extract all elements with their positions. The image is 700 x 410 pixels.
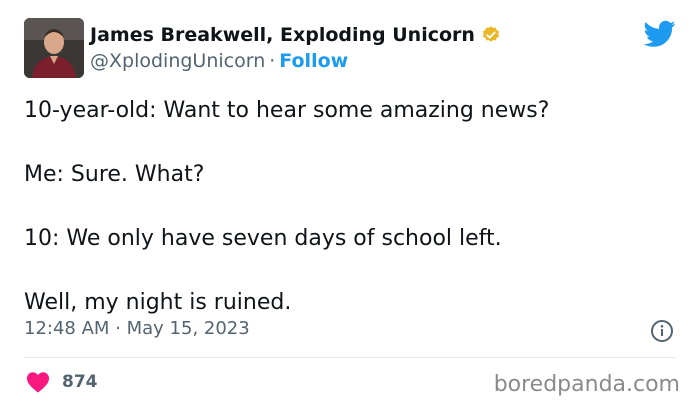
tweet-body: 10-year-old: Want to hear some amazing n… bbox=[24, 96, 674, 352]
tweet-line-3: 10: We only have seven days of school le… bbox=[24, 226, 502, 251]
like-button[interactable]: 874 bbox=[26, 371, 98, 393]
author-handle[interactable]: @XplodingUnicorn bbox=[90, 50, 265, 72]
tweet-card: James Breakwell, Exploding Unicorn @Xplo… bbox=[0, 0, 700, 410]
tweet-line-4: Well, my night is ruined. bbox=[24, 290, 292, 315]
author-handle-row: @XplodingUnicorn · Follow bbox=[90, 50, 348, 72]
tweet-line-1: 10-year-old: Want to hear some amazing n… bbox=[24, 98, 550, 123]
author-name[interactable]: James Breakwell, Exploding Unicorn bbox=[90, 24, 475, 46]
follow-link[interactable]: Follow bbox=[279, 50, 348, 72]
info-icon[interactable] bbox=[650, 319, 674, 343]
avatar[interactable] bbox=[24, 18, 84, 78]
verified-badge-icon bbox=[482, 26, 500, 42]
twitter-bird-icon[interactable] bbox=[644, 20, 676, 48]
watermark: boredpanda.com bbox=[493, 372, 680, 397]
tweet-timestamp[interactable]: 12:48 AM · May 15, 2023 bbox=[24, 318, 250, 339]
separator-dot: · bbox=[269, 50, 276, 72]
author-name-row: James Breakwell, Exploding Unicorn bbox=[90, 24, 501, 46]
like-count: 874 bbox=[62, 372, 98, 392]
divider bbox=[24, 357, 676, 358]
tweet-line-2: Me: Sure. What? bbox=[24, 162, 205, 187]
heart-icon bbox=[27, 372, 49, 393]
